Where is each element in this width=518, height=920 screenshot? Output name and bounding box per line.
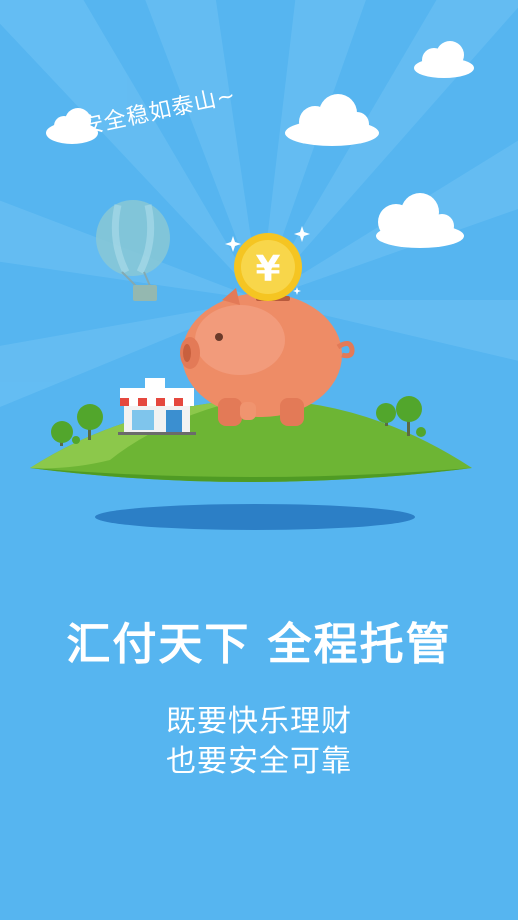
hot-air-balloon-icon bbox=[96, 200, 170, 301]
hero-illustration: ¥ bbox=[0, 0, 518, 530]
subtitle-line-2: 也要安全可靠 bbox=[166, 744, 352, 779]
onboarding-screen: ¥ 安全稳如泰山~ 汇付天下 全程托管 既要快乐理财 也要安全可靠 bbox=[0, 0, 518, 920]
subtitle-line-1: 既要快乐理财 bbox=[166, 704, 352, 739]
headline-title: 汇付天下 全程托管 bbox=[66, 619, 452, 670]
tree-icon bbox=[51, 421, 73, 446]
shop-icon bbox=[118, 378, 196, 435]
coin-icon: ¥ bbox=[234, 233, 302, 301]
island-shadow bbox=[95, 504, 415, 530]
currency-symbol: ¥ bbox=[255, 249, 280, 290]
